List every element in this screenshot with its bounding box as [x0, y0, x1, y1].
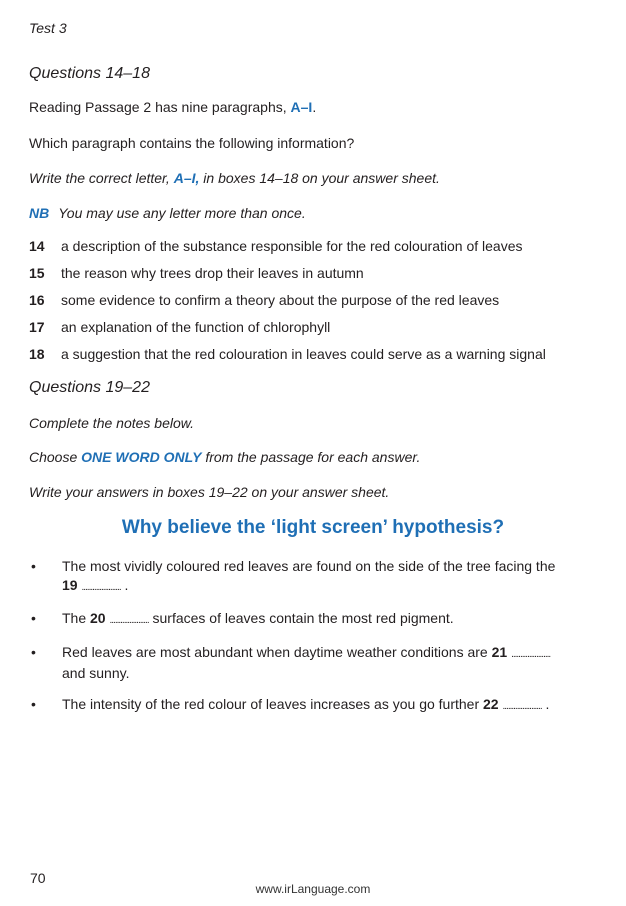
gap-number: 22: [483, 696, 499, 712]
write-line: Write your answers in boxes 19–22 on you…: [29, 484, 390, 500]
gap-number: 21: [491, 644, 508, 660]
bullet-icon: •: [31, 558, 36, 574]
bullet-icon: •: [31, 696, 36, 712]
nb-line: NB You may use any letter more than once.: [29, 205, 306, 221]
answer-gap: ......................: [511, 649, 551, 660]
nb-text: You may use any letter more than once.: [58, 205, 306, 221]
answer-gap: ......................: [502, 701, 542, 712]
answer-gap: ......................: [109, 615, 149, 626]
instruction-line: Write the correct letter, A–I, in boxes …: [29, 170, 440, 186]
note-item: The 20 ...................... surfaces o…: [62, 610, 454, 626]
question-text: a description of the substance responsib…: [61, 238, 523, 254]
question-text: some evidence to confirm a theory about …: [61, 292, 500, 308]
notes-title: Why believe the ‘light screen’ hypothesi…: [121, 517, 505, 538]
question-number: 18: [29, 346, 45, 362]
question-text: a suggestion that the red colouration in…: [61, 346, 546, 362]
note-item: The most vividly coloured red leaves are…: [62, 558, 556, 593]
question-number: 15: [29, 265, 45, 281]
question-number: 14: [29, 238, 45, 254]
intro-line: Reading Passage 2 has nine paragraphs, A…: [29, 99, 317, 115]
question-line: Which paragraph contains the following i…: [29, 135, 355, 151]
bullet-icon: •: [31, 644, 36, 660]
section-heading-14-18: Questions 14–18: [29, 65, 150, 82]
letter-range: A–I,: [173, 170, 200, 186]
question-number: 17: [29, 319, 45, 335]
section-heading-19-22: Questions 19–22: [29, 379, 150, 396]
gap-number: 20: [90, 610, 106, 626]
choose-line: Choose ONE WORD ONLY from the passage fo…: [29, 449, 421, 465]
complete-line: Complete the notes below.: [29, 415, 194, 431]
answer-gap: ......................: [81, 582, 121, 593]
question-text: the reason why trees drop their leaves i…: [61, 265, 364, 281]
note-item: The intensity of the red colour of leave…: [62, 696, 550, 712]
test-label: Test 3: [29, 20, 67, 36]
nb-label: NB: [29, 205, 50, 221]
question-text: an explanation of the function of chloro…: [61, 319, 331, 335]
question-number: 16: [29, 292, 45, 308]
website-link[interactable]: www.irLanguage.com: [0, 882, 626, 896]
bullet-icon: •: [31, 610, 36, 626]
paragraph-range: A–I: [290, 99, 313, 115]
gap-number: 19: [62, 577, 78, 593]
note-item: Red leaves are most abundant when daytim…: [62, 644, 551, 681]
word-limit: ONE WORD ONLY: [81, 449, 202, 465]
